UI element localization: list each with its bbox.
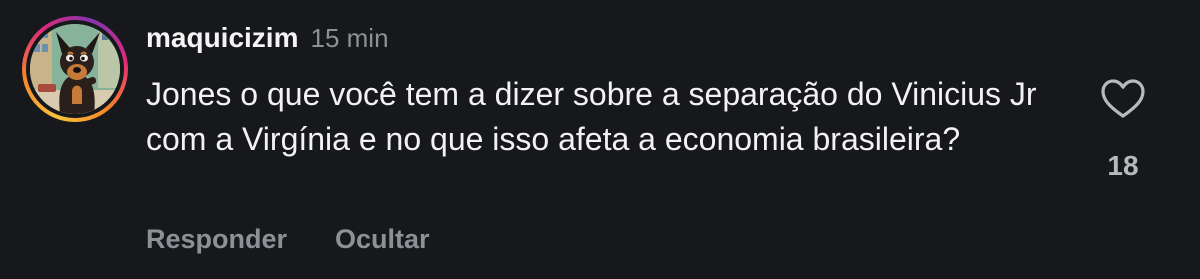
reply-button[interactable]: Responder [146, 224, 287, 255]
avatar-story-ring[interactable] [22, 16, 128, 122]
username[interactable]: maquicizim [146, 22, 298, 54]
comment-text: Jones o que você tem a dizer sobre a sep… [146, 76, 1037, 157]
comment-actions: Responder Ocultar [146, 224, 430, 255]
timestamp: 15 min [310, 23, 389, 53]
avatar-ring-gap [26, 20, 124, 118]
hide-button[interactable]: Ocultar [335, 224, 430, 255]
comment-header: maquicizim 15 min [146, 22, 389, 62]
like-count: 18 [1107, 150, 1139, 181]
cartoon-dog-avatar-icon [30, 24, 120, 114]
comment-item: maquicizim 15 min Jones o que você tem a… [0, 0, 1200, 279]
heart-icon[interactable] [1100, 78, 1146, 120]
avatar[interactable] [30, 24, 120, 114]
like-section: 18 [1096, 78, 1150, 182]
